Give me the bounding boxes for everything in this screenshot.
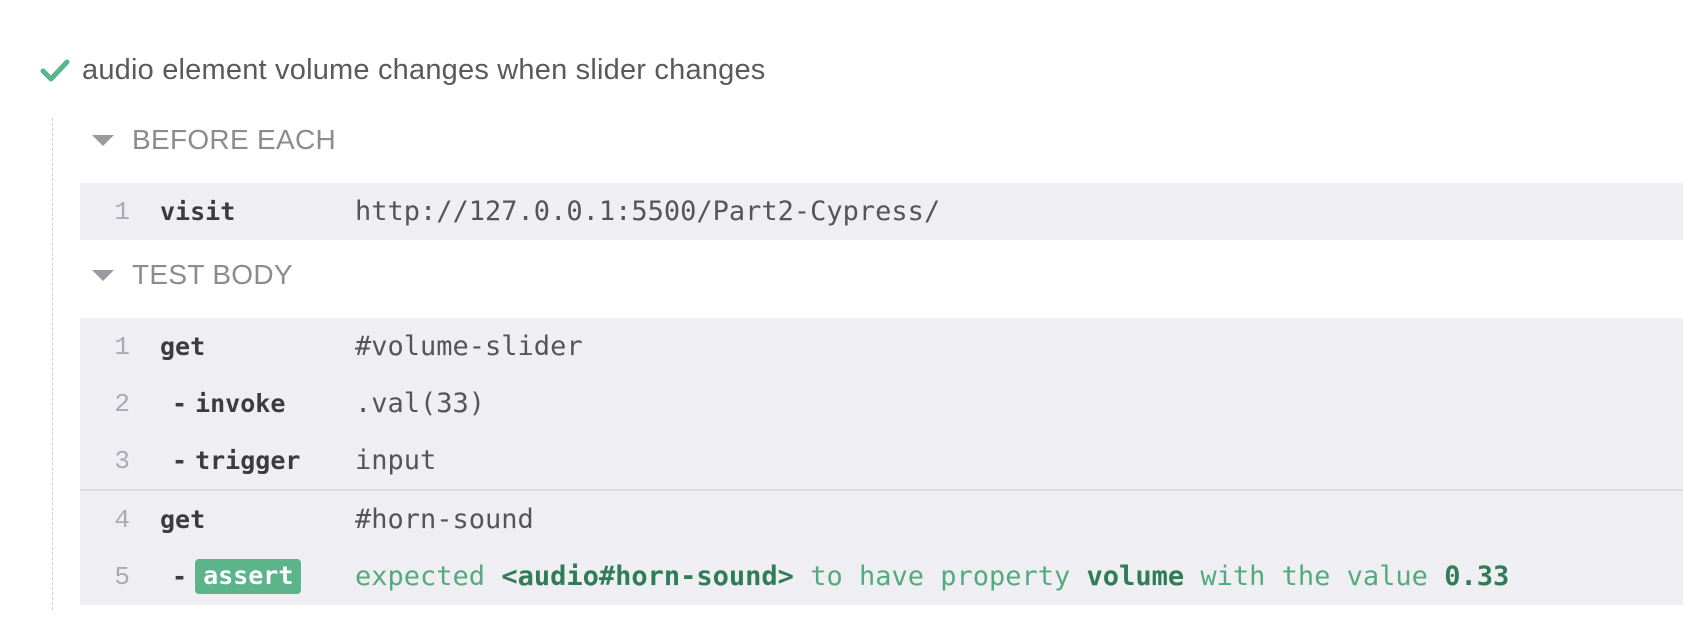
- child-dash: -: [172, 446, 188, 475]
- command-name: visit: [160, 197, 236, 226]
- assert-text: to have property: [810, 561, 1071, 592]
- test-body-header[interactable]: TEST BODY: [92, 255, 293, 295]
- tree-line: [52, 118, 53, 610]
- command-row-get[interactable]: 1 get #volume-slider: [80, 318, 1683, 375]
- command-message: #volume-slider: [355, 331, 583, 362]
- command-row-assert[interactable]: 5 - assert expected <audio#horn-sound> t…: [80, 548, 1683, 605]
- command-message: .val(33): [355, 388, 486, 419]
- test-title: audio element volume changes when slider…: [82, 53, 766, 86]
- assert-property: volume: [1086, 561, 1185, 592]
- command-number: 3: [114, 445, 130, 476]
- assert-text: expected: [355, 561, 486, 592]
- assert-subject: <audio#horn-sound>: [501, 561, 794, 592]
- command-number: 2: [114, 388, 130, 419]
- before-each-commands: 1 visit http://127.0.0.1:5500/Part2-Cypr…: [80, 183, 1683, 240]
- command-name: get: [160, 332, 206, 361]
- command-name: - trigger: [172, 446, 300, 475]
- command-message: input: [355, 445, 437, 476]
- caret-down-icon: [92, 269, 114, 281]
- child-dash: -: [172, 562, 188, 591]
- command-message: http://127.0.0.1:5500/Part2-Cypress/: [355, 196, 941, 227]
- assert-message: expected <audio#horn-sound> to have prop…: [355, 561, 1509, 592]
- section-label-before-each: BEFORE EACH: [132, 124, 337, 155]
- command-name: - assert: [172, 559, 302, 594]
- command-number: 4: [114, 504, 130, 535]
- command-number: 5: [114, 561, 130, 592]
- command-row-get[interactable]: 4 get #horn-sound: [80, 489, 1683, 548]
- command-name: - invoke: [172, 389, 285, 418]
- test-header[interactable]: audio element volume changes when slider…: [40, 48, 765, 92]
- command-row-invoke[interactable]: 2 - invoke .val(33): [80, 375, 1683, 432]
- command-name-text: trigger: [195, 446, 301, 475]
- command-row-visit[interactable]: 1 visit http://127.0.0.1:5500/Part2-Cypr…: [80, 183, 1683, 240]
- command-number: 1: [114, 331, 130, 362]
- test-body-commands: 1 get #volume-slider 2 - invoke .val(33)…: [80, 318, 1683, 605]
- assert-badge: assert: [195, 559, 302, 594]
- command-row-trigger[interactable]: 3 - trigger input: [80, 432, 1683, 489]
- command-name: get: [160, 505, 206, 534]
- command-name-text: invoke: [195, 389, 286, 418]
- command-message: #horn-sound: [355, 504, 534, 535]
- child-dash: -: [172, 389, 188, 418]
- assert-value: 0.33: [1444, 561, 1510, 592]
- section-label-test-body: TEST BODY: [132, 259, 293, 290]
- assert-text: with the value: [1200, 561, 1428, 592]
- before-each-header[interactable]: BEFORE EACH: [92, 120, 336, 160]
- check-icon: [40, 59, 70, 82]
- caret-down-icon: [92, 134, 114, 146]
- command-number: 1: [114, 196, 130, 227]
